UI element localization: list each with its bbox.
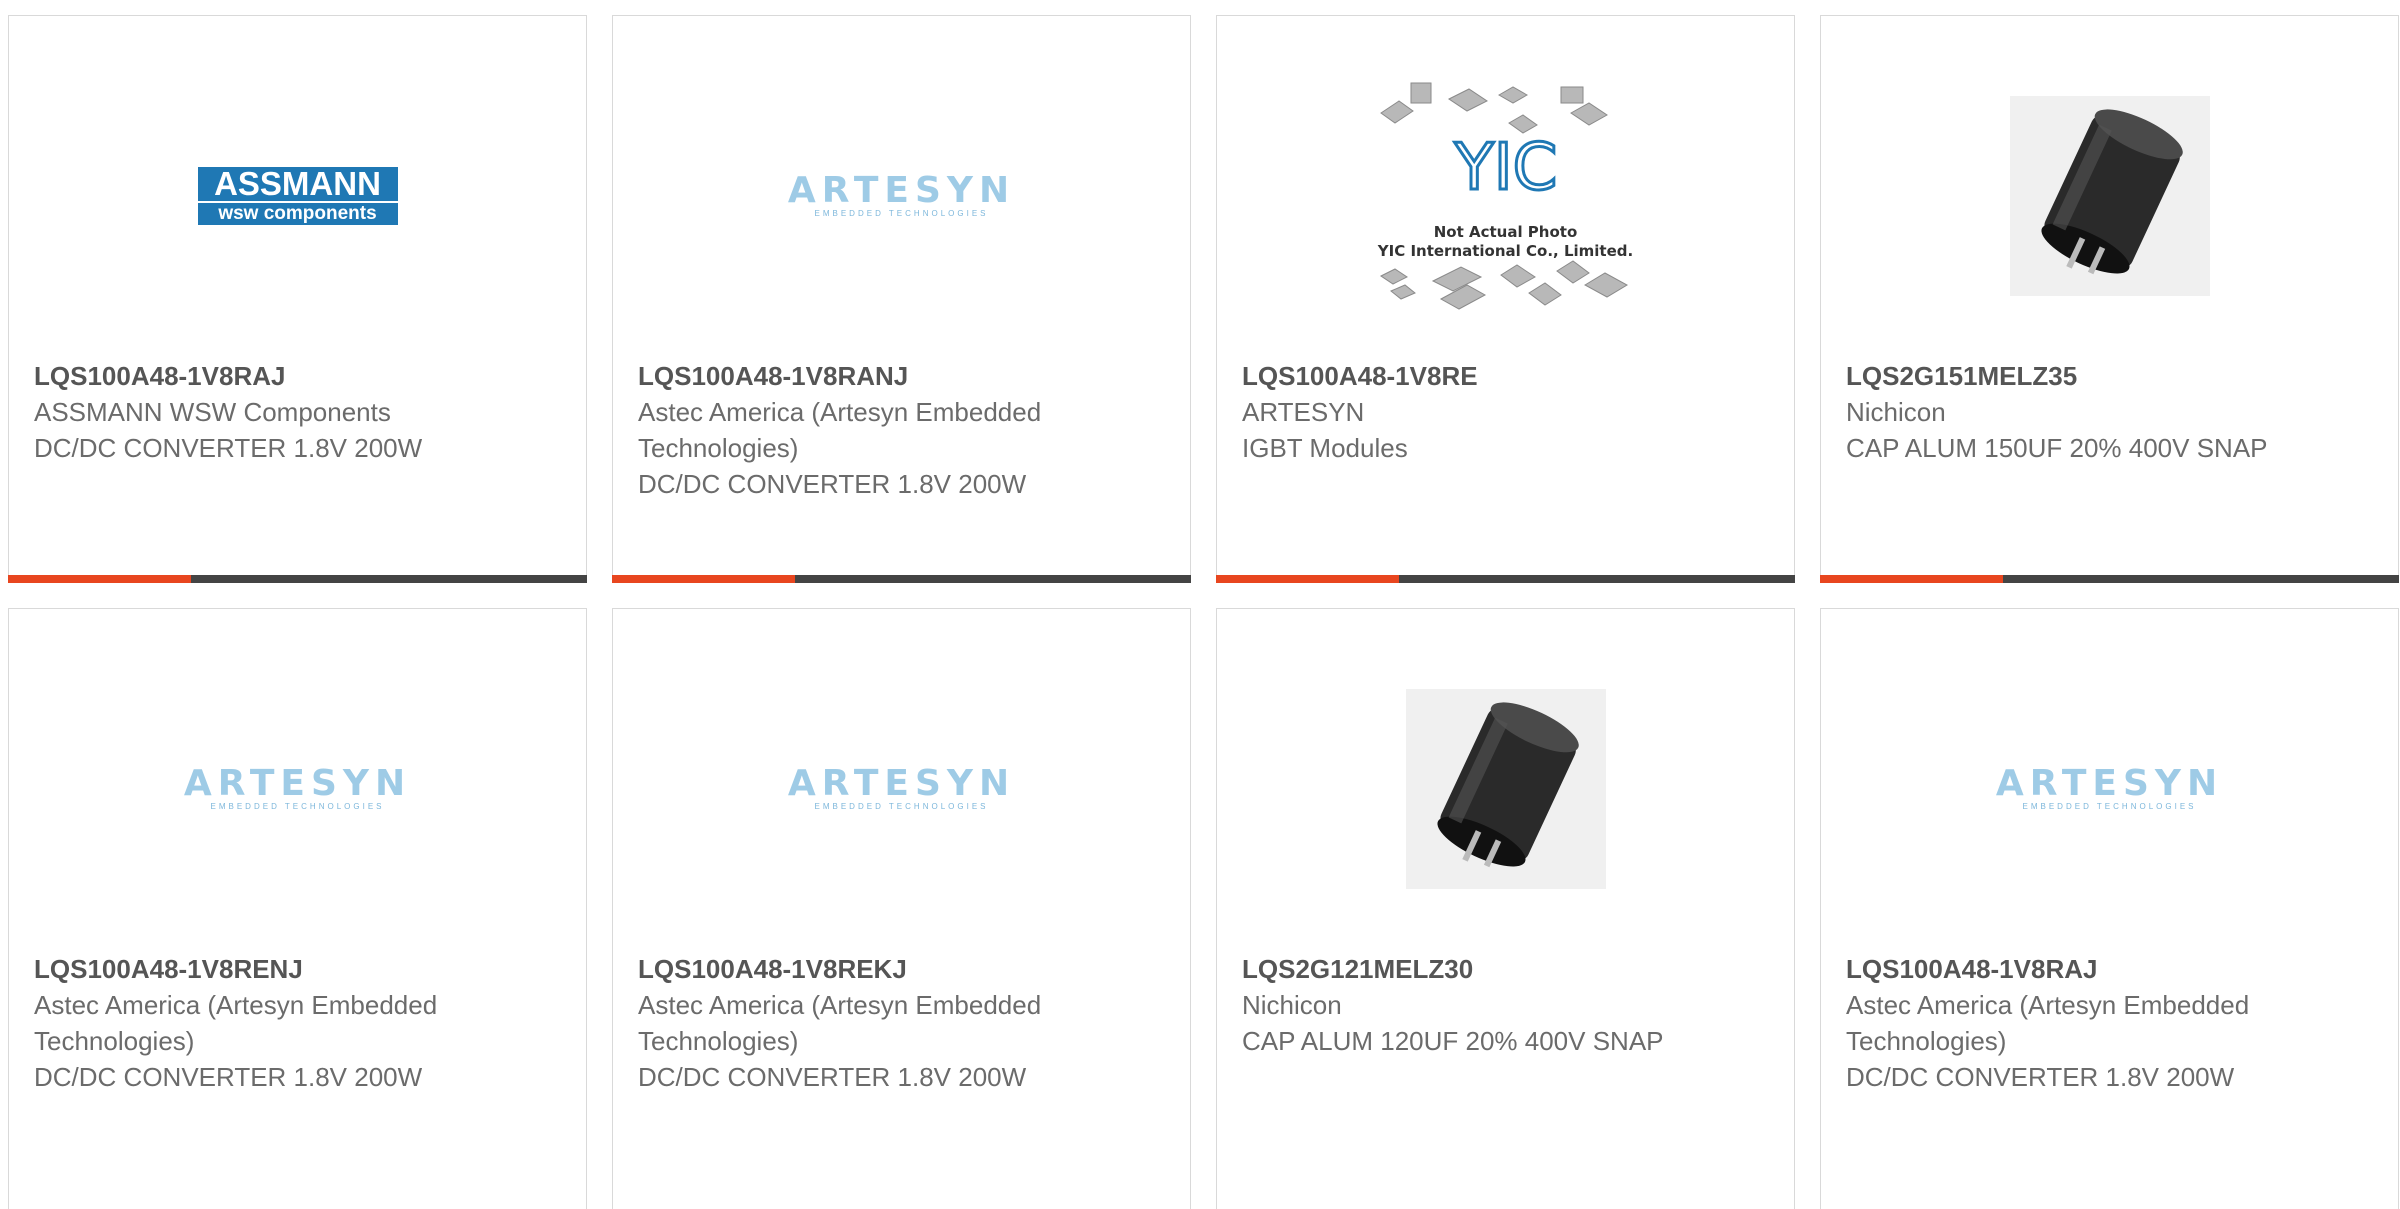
card-accent-bar	[8, 575, 587, 583]
chips-illustration-icon: YIC	[1379, 82, 1628, 310]
artesyn-logo: ARTESYN EMBEDDED TECHNOLOGIES	[788, 173, 1015, 219]
product-image[interactable]	[1821, 56, 2398, 336]
card-accent-bar	[1216, 575, 1795, 583]
product-info: LQS100A48-1V8RANJ Astec America (Artesyn…	[638, 358, 1170, 502]
logo-text: ARTESYN	[787, 170, 1016, 211]
capacitor-photo-icon	[2009, 96, 2210, 296]
assmann-logo: ASSMANN wsw components	[197, 167, 398, 225]
product-info: LQS100A48-1V8RE ARTESYN IGBT Modules	[1242, 358, 1774, 466]
product-info: LQS100A48-1V8RAJ Astec America (Artesyn …	[1846, 951, 2378, 1095]
product-card[interactable]: LQS2G121MELZ30 Nichicon CAP ALUM 120UF 2…	[1216, 608, 1795, 1209]
product-image[interactable]: ARTESYN EMBEDDED TECHNOLOGIES	[613, 649, 1190, 929]
manufacturer: Astec America (Artesyn Embedded Technolo…	[638, 397, 1042, 463]
capacitor-photo-icon	[1405, 689, 1606, 889]
description: DC/DC CONVERTER 1.8V 200W	[34, 433, 423, 463]
part-number[interactable]: LQS2G151MELZ35	[1846, 358, 2378, 394]
card-accent	[1216, 575, 1399, 583]
manufacturer: Nichicon	[1846, 397, 1946, 427]
yic-caption: Not Actual Photo YIC International Co., …	[1361, 223, 1651, 261]
manufacturer: ARTESYN	[1242, 397, 1365, 427]
caption-line-2: YIC International Co., Limited.	[1377, 242, 1634, 260]
artesyn-logo: ARTESYN EMBEDDED TECHNOLOGIES	[184, 766, 411, 812]
logo-subtext: EMBEDDED TECHNOLOGIES	[2022, 802, 2197, 811]
manufacturer: Nichicon	[1242, 990, 1342, 1020]
logo-subtext: wsw components	[218, 203, 377, 224]
card-accent	[612, 575, 795, 583]
description: DC/DC CONVERTER 1.8V 200W	[638, 469, 1027, 499]
description: IGBT Modules	[1242, 433, 1408, 463]
logo-subtext: EMBEDDED TECHNOLOGIES	[814, 209, 989, 218]
product-info: LQS100A48-1V8RAJ ASSMANN WSW Components …	[34, 358, 566, 466]
product-image[interactable]: ASSMANN wsw components	[9, 56, 586, 336]
manufacturer: ASSMANN WSW Components	[34, 397, 391, 427]
product-card[interactable]: YIC Not Actual Photo YIC International C…	[1216, 15, 1795, 583]
logo-text: ASSMANN	[197, 167, 398, 203]
product-card[interactable]: ARTESYN EMBEDDED TECHNOLOGIES LQS100A48-…	[612, 608, 1191, 1209]
card-accent-bar	[1820, 575, 2399, 583]
description: DC/DC CONVERTER 1.8V 200W	[34, 1062, 423, 1092]
product-card[interactable]: ASSMANN wsw components LQS100A48-1V8RAJ …	[8, 15, 587, 583]
part-number[interactable]: LQS100A48-1V8RAJ	[34, 358, 566, 394]
product-card[interactable]: ARTESYN EMBEDDED TECHNOLOGIES LQS100A48-…	[8, 608, 587, 1209]
part-number[interactable]: LQS100A48-1V8RE	[1242, 358, 1774, 394]
product-image[interactable]: YIC Not Actual Photo YIC International C…	[1217, 56, 1794, 336]
artesyn-logo: ARTESYN EMBEDDED TECHNOLOGIES	[788, 766, 1015, 812]
part-number[interactable]: LQS100A48-1V8RENJ	[34, 951, 566, 987]
manufacturer: Astec America (Artesyn Embedded Technolo…	[34, 990, 438, 1056]
product-info: LQS2G121MELZ30 Nichicon CAP ALUM 120UF 2…	[1242, 951, 1774, 1059]
part-number[interactable]: LQS100A48-1V8RAJ	[1846, 951, 2378, 987]
card-accent	[8, 575, 191, 583]
manufacturer: Astec America (Artesyn Embedded Technolo…	[638, 990, 1042, 1056]
product-info: LQS100A48-1V8RENJ Astec America (Artesyn…	[34, 951, 566, 1095]
description: CAP ALUM 150UF 20% 400V SNAP	[1846, 433, 2268, 463]
product-image[interactable]: ARTESYN EMBEDDED TECHNOLOGIES	[613, 56, 1190, 336]
product-card[interactable]: ARTESYN EMBEDDED TECHNOLOGIES LQS100A48-…	[612, 15, 1191, 583]
part-number[interactable]: LQS100A48-1V8RANJ	[638, 358, 1170, 394]
product-card[interactable]: ARTESYN EMBEDDED TECHNOLOGIES LQS100A48-…	[1820, 608, 2399, 1209]
description: DC/DC CONVERTER 1.8V 200W	[638, 1062, 1027, 1092]
product-image[interactable]: ARTESYN EMBEDDED TECHNOLOGIES	[1821, 649, 2398, 929]
logo-text: ARTESYN	[1995, 763, 2224, 804]
product-info: LQS2G151MELZ35 Nichicon CAP ALUM 150UF 2…	[1846, 358, 2378, 466]
product-card[interactable]: LQS2G151MELZ35 Nichicon CAP ALUM 150UF 2…	[1820, 15, 2399, 583]
caption-line-1: Not Actual Photo	[1433, 223, 1578, 241]
product-image[interactable]: ARTESYN EMBEDDED TECHNOLOGIES	[9, 649, 586, 929]
product-info: LQS100A48-1V8REKJ Astec America (Artesyn…	[638, 951, 1170, 1095]
card-accent-bar	[612, 575, 1191, 583]
logo-subtext: EMBEDDED TECHNOLOGIES	[814, 802, 989, 811]
yic-logo-text: YIC	[1453, 131, 1557, 205]
logo-text: ARTESYN	[183, 763, 412, 804]
logo-subtext: EMBEDDED TECHNOLOGIES	[210, 802, 385, 811]
product-image[interactable]	[1217, 649, 1794, 929]
card-accent	[1820, 575, 2003, 583]
description: CAP ALUM 120UF 20% 400V SNAP	[1242, 1026, 1664, 1056]
artesyn-logo: ARTESYN EMBEDDED TECHNOLOGIES	[1996, 766, 2223, 812]
part-number[interactable]: LQS100A48-1V8REKJ	[638, 951, 1170, 987]
yic-placeholder-image: YIC Not Actual Photo YIC International C…	[1361, 71, 1651, 321]
manufacturer: Astec America (Artesyn Embedded Technolo…	[1846, 990, 2250, 1056]
part-number[interactable]: LQS2G121MELZ30	[1242, 951, 1774, 987]
product-grid: ASSMANN wsw components LQS100A48-1V8RAJ …	[8, 15, 2399, 1209]
description: DC/DC CONVERTER 1.8V 200W	[1846, 1062, 2235, 1092]
logo-text: ARTESYN	[787, 763, 1016, 804]
